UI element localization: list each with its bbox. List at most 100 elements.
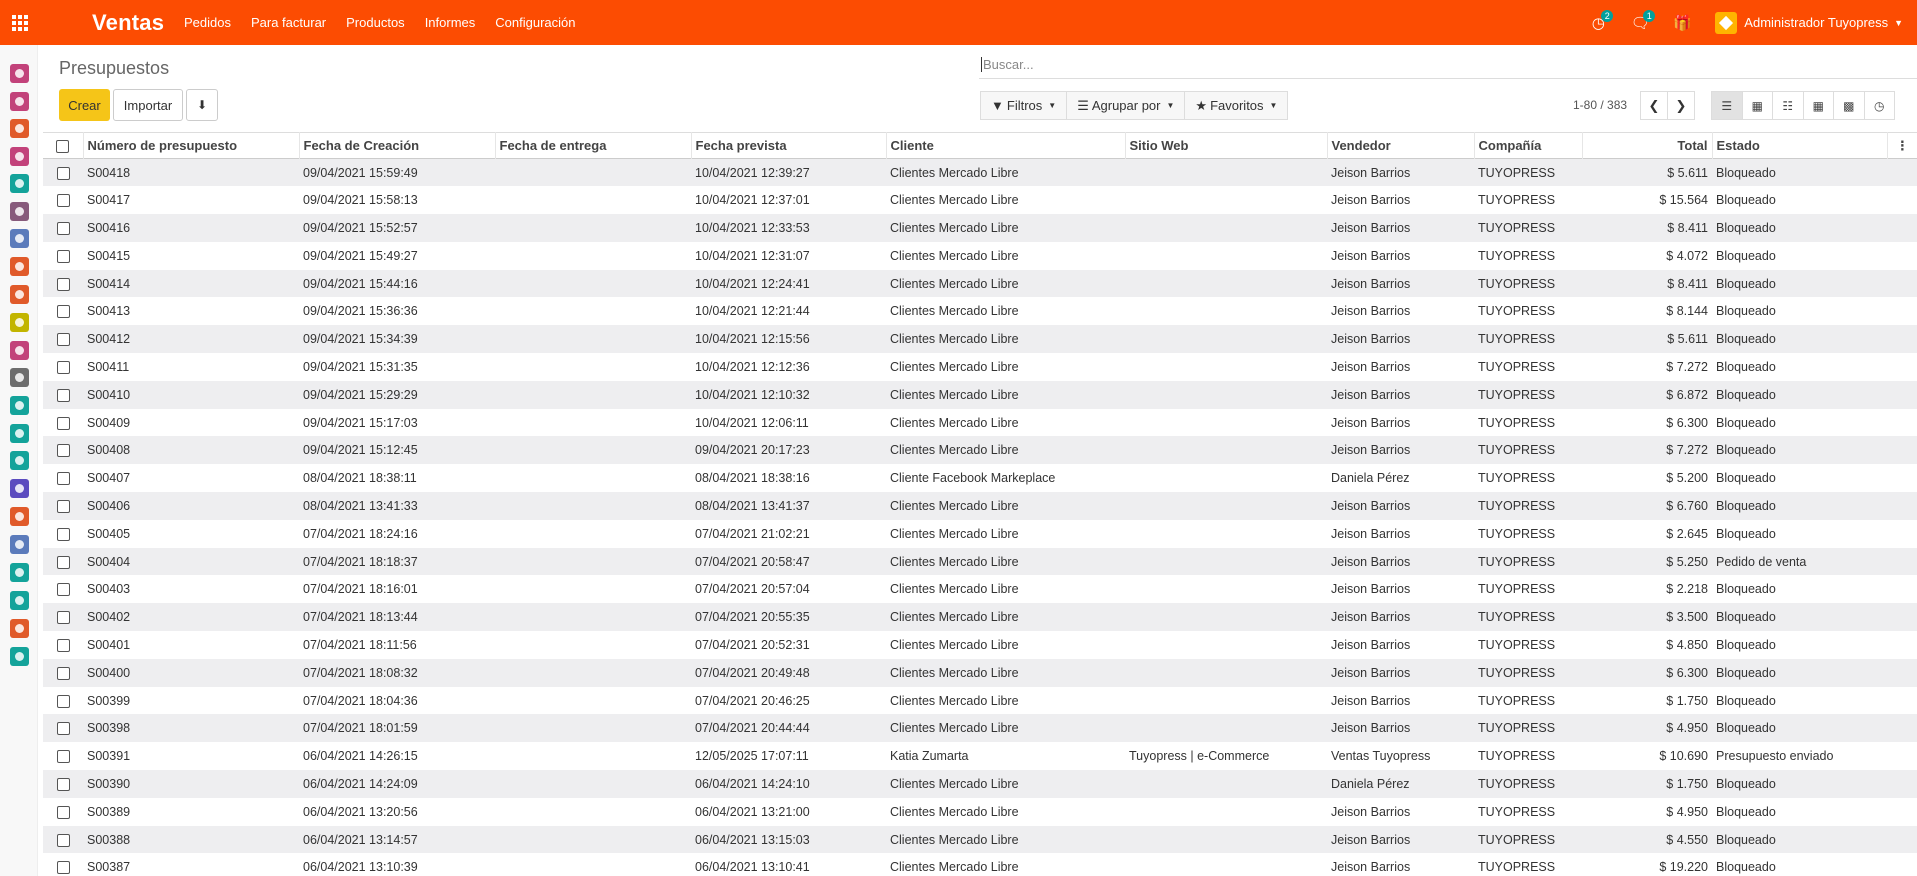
optional-columns-button[interactable]: ⋮ bbox=[1887, 133, 1917, 159]
sign-icon[interactable] bbox=[10, 563, 29, 582]
table-row[interactable]: S00391 06/04/2021 14:26:15 12/05/2025 17:0… bbox=[43, 742, 1917, 770]
menu-item-0[interactable]: Pedidos bbox=[174, 0, 241, 45]
website-icon[interactable] bbox=[10, 285, 29, 304]
groupby-dropdown[interactable]: ☰ Agrupar por ▼ bbox=[1066, 91, 1186, 120]
pivot-view-button[interactable]: ▦ bbox=[1802, 91, 1834, 120]
search-input[interactable]: Buscar... bbox=[979, 57, 1917, 79]
row-checkbox[interactable] bbox=[56, 305, 70, 319]
email-marketing-icon[interactable] bbox=[10, 535, 29, 554]
invoice-icon[interactable] bbox=[10, 257, 29, 276]
row-checkbox[interactable] bbox=[56, 555, 70, 569]
table-row[interactable]: S00407 08/04/2021 18:38:11 08/04/2021 18:3… bbox=[43, 464, 1917, 492]
menu-item-4[interactable]: Configuración bbox=[485, 0, 585, 45]
app-name[interactable]: Ventas bbox=[92, 10, 164, 36]
row-checkbox[interactable] bbox=[56, 750, 70, 764]
table-row[interactable]: S00418 09/04/2021 15:59:49 10/04/2021 12:3… bbox=[43, 158, 1917, 187]
timer-icon[interactable] bbox=[10, 507, 29, 526]
row-checkbox[interactable] bbox=[56, 722, 70, 736]
column-header-6[interactable]: Vendedor bbox=[1327, 132, 1475, 159]
menu-item-2[interactable]: Productos bbox=[336, 0, 415, 45]
list-view-button[interactable]: ☰ bbox=[1711, 91, 1743, 120]
discuss-icon[interactable] bbox=[10, 64, 29, 83]
row-checkbox[interactable] bbox=[56, 444, 70, 458]
table-row[interactable]: S00416 09/04/2021 15:52:57 10/04/2021 12:3… bbox=[43, 214, 1917, 242]
column-header-0[interactable]: Número de presupuesto bbox=[83, 132, 300, 159]
download-button[interactable]: ⬇ bbox=[186, 89, 218, 121]
dashboard-icon[interactable] bbox=[10, 92, 29, 111]
row-checkbox[interactable] bbox=[56, 639, 70, 653]
row-checkbox[interactable] bbox=[56, 472, 70, 486]
pager-next-button[interactable]: ❯ bbox=[1667, 91, 1695, 120]
row-checkbox[interactable] bbox=[56, 416, 70, 430]
apps-menu-button[interactable] bbox=[0, 0, 40, 45]
team-icon[interactable] bbox=[10, 647, 29, 666]
graph-view-button[interactable]: ▩ bbox=[1833, 91, 1865, 120]
pos-icon[interactable] bbox=[10, 368, 29, 387]
table-row[interactable]: S00389 06/04/2021 13:20:56 06/04/2021 13:2… bbox=[43, 798, 1917, 826]
favorites-dropdown[interactable]: ★ Favoritos ▼ bbox=[1184, 91, 1289, 120]
calendar-view-button[interactable]: ☷ bbox=[1772, 91, 1804, 120]
select-all-checkbox[interactable] bbox=[56, 140, 70, 154]
table-row[interactable]: S00402 07/04/2021 18:13:44 07/04/2021 20:5… bbox=[43, 603, 1917, 632]
eye-icon[interactable] bbox=[10, 202, 29, 221]
row-checkbox[interactable] bbox=[56, 333, 70, 347]
table-row[interactable]: S00411 09/04/2021 15:31:35 10/04/2021 12:1… bbox=[43, 353, 1917, 381]
row-checkbox[interactable] bbox=[56, 194, 70, 208]
import-button[interactable]: Importar bbox=[113, 89, 183, 121]
row-checkbox[interactable] bbox=[56, 166, 70, 180]
table-row[interactable]: S00412 09/04/2021 15:34:39 10/04/2021 12:1… bbox=[43, 325, 1917, 354]
tag-icon[interactable] bbox=[10, 591, 29, 610]
pager-previous-button[interactable]: ❮ bbox=[1640, 91, 1668, 120]
sales-chart-icon[interactable] bbox=[10, 119, 29, 138]
column-header-2[interactable]: Fecha de entrega bbox=[495, 132, 692, 159]
puzzle-icon[interactable] bbox=[10, 479, 29, 498]
table-row[interactable]: S00414 09/04/2021 15:44:16 10/04/2021 12:2… bbox=[43, 269, 1917, 298]
row-checkbox[interactable] bbox=[56, 583, 70, 597]
row-checkbox[interactable] bbox=[56, 527, 70, 541]
table-row[interactable]: S00406 08/04/2021 13:41:33 08/04/2021 13:4… bbox=[43, 492, 1917, 520]
employee-icon[interactable] bbox=[10, 396, 29, 415]
user-menu[interactable]: Administrador Tuyopress ▼ bbox=[1715, 11, 1903, 34]
table-row[interactable]: S00390 06/04/2021 14:24:09 06/04/2021 14:2… bbox=[43, 770, 1917, 798]
activity-view-button[interactable]: ◷ bbox=[1863, 91, 1895, 120]
table-row[interactable]: S00409 09/04/2021 15:17:03 10/04/2021 12:0… bbox=[43, 409, 1917, 437]
column-header-3[interactable]: Fecha prevista bbox=[691, 132, 887, 159]
row-checkbox[interactable] bbox=[56, 778, 70, 792]
delivery-icon[interactable] bbox=[10, 341, 29, 360]
row-checkbox[interactable] bbox=[56, 361, 70, 375]
row-checkbox[interactable] bbox=[56, 666, 70, 680]
calendar-icon[interactable] bbox=[10, 313, 29, 332]
table-row[interactable]: S00401 07/04/2021 18:11:56 07/04/2021 20:5… bbox=[43, 631, 1917, 659]
row-checkbox[interactable] bbox=[56, 249, 70, 263]
tools-icon[interactable] bbox=[10, 424, 29, 443]
pager-value[interactable]: 1-80 / 383 bbox=[1573, 98, 1627, 112]
column-header-7[interactable]: Compañía bbox=[1474, 132, 1583, 159]
menu-item-3[interactable]: Informes bbox=[415, 0, 486, 45]
row-checkbox[interactable] bbox=[56, 277, 70, 291]
crm-icon[interactable] bbox=[10, 147, 29, 166]
row-checkbox[interactable] bbox=[56, 222, 70, 236]
activity-button[interactable]: ◷ 2 bbox=[1583, 0, 1614, 45]
table-row[interactable]: S00403 07/04/2021 18:16:01 07/04/2021 20:5… bbox=[43, 575, 1917, 603]
table-row[interactable]: S00398 07/04/2021 18:01:59 07/04/2021 20:4… bbox=[43, 714, 1917, 743]
payment-icon[interactable] bbox=[10, 229, 29, 248]
column-header-1[interactable]: Fecha de Creación bbox=[299, 132, 496, 159]
table-row[interactable]: S00404 07/04/2021 18:18:37 07/04/2021 20:5… bbox=[43, 547, 1917, 576]
column-header-8[interactable]: Total bbox=[1582, 132, 1713, 159]
table-row[interactable]: S00400 07/04/2021 18:08:32 07/04/2021 20:4… bbox=[43, 658, 1917, 687]
table-row[interactable]: S00410 09/04/2021 15:29:29 10/04/2021 12:1… bbox=[43, 380, 1917, 409]
menu-item-1[interactable]: Para facturar bbox=[241, 0, 336, 45]
column-header-5[interactable]: Sitio Web bbox=[1125, 132, 1328, 159]
table-row[interactable]: S00405 07/04/2021 18:24:16 07/04/2021 21:0… bbox=[43, 520, 1917, 548]
repair-icon[interactable] bbox=[10, 451, 29, 470]
row-checkbox[interactable] bbox=[56, 388, 70, 402]
filters-dropdown[interactable]: ▼ Filtros ▼ bbox=[980, 91, 1068, 120]
notes-icon[interactable] bbox=[10, 619, 29, 638]
row-checkbox[interactable] bbox=[56, 833, 70, 847]
table-row[interactable]: S00415 09/04/2021 15:49:27 10/04/2021 12:3… bbox=[43, 242, 1917, 270]
contacts-icon[interactable] bbox=[10, 174, 29, 193]
row-checkbox[interactable] bbox=[56, 611, 70, 625]
table-row[interactable]: S00413 09/04/2021 15:36:36 10/04/2021 12:2… bbox=[43, 297, 1917, 325]
table-row[interactable]: S00387 06/04/2021 13:10:39 06/04/2021 13:1… bbox=[43, 853, 1917, 876]
table-row[interactable]: S00399 07/04/2021 18:04:36 07/04/2021 20:4… bbox=[43, 687, 1917, 715]
